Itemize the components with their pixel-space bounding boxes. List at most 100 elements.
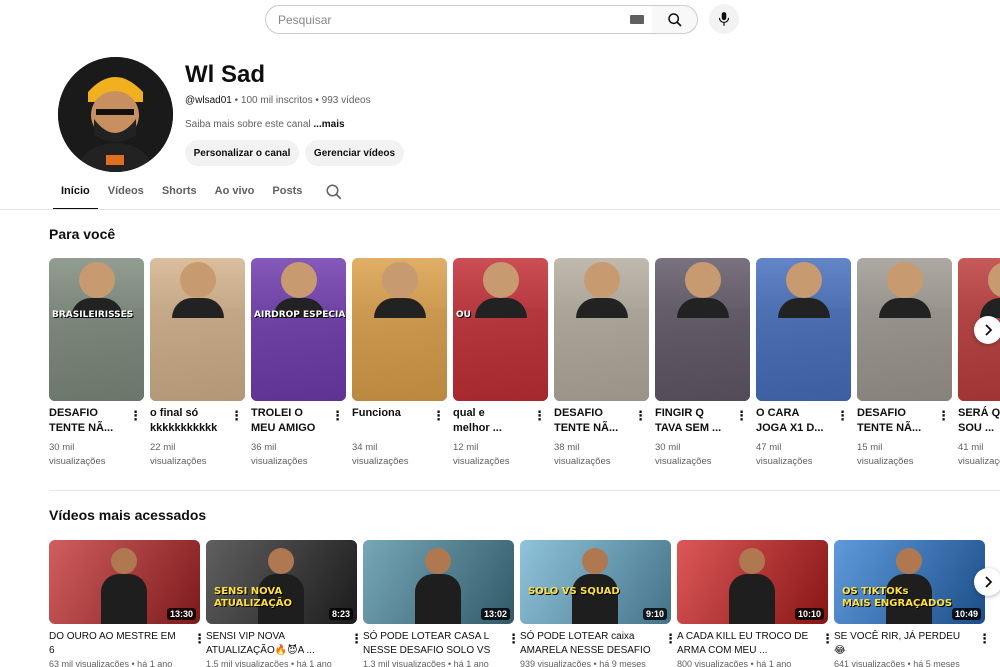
short-thumbnail[interactable] — [655, 258, 750, 401]
short-thumbnail[interactable]: OU — [453, 258, 548, 401]
video-thumbnail[interactable]: SENSI NOVA ATUALIZAÇÃO 8:23 — [206, 540, 357, 624]
more-vert-icon[interactable]: ⋮ — [129, 408, 142, 424]
search-box[interactable] — [265, 5, 655, 34]
short-title[interactable]: DESAFIO TENTE NÃ... — [857, 406, 935, 436]
video-title[interactable]: SE VOCÊ RIR, JÁ PERDEU 😂 🔥 | TikTok Engr… — [834, 630, 969, 658]
video-item[interactable]: OS TIKTOKs MAIS ENGRAÇADOS 10:49 SE VOCÊ R… — [834, 540, 991, 667]
video-duration: 10:10 — [794, 608, 824, 620]
video-thumbnail[interactable]: 13:02 — [363, 540, 514, 624]
short-thumbnail[interactable] — [554, 258, 649, 401]
video-meta: 63 mil visualizações • há 1 ano — [49, 659, 173, 667]
tabs-divider — [0, 209, 1000, 210]
short-title[interactable]: DESAFIO TENTE NÃ... — [554, 406, 632, 436]
top-bar — [0, 0, 1000, 40]
channel-tabs: Início Vídeos Shorts Ao vivo Posts — [50, 178, 312, 210]
short-thumbnail[interactable] — [352, 258, 447, 401]
keyboard-icon[interactable] — [630, 15, 644, 24]
video-thumbnail[interactable]: 10:10 — [677, 540, 828, 624]
short-title[interactable]: SERÁ Q SOU ... — [958, 406, 1000, 436]
video-title[interactable]: A CADA KILL EU TROCO DE ARMA COM MEU ... — [677, 630, 812, 658]
short-thumbnail-text: BRASILEIRISSES — [52, 310, 134, 320]
more-vert-icon[interactable]: ⋮ — [331, 408, 344, 424]
video-thumbnail-text: SOLO VS SQUAD — [528, 586, 620, 597]
short-item[interactable]: O CARA JOGA X1 D... ⋮ 47 mil visualizações — [756, 258, 851, 467]
short-item[interactable]: AIRDROP ESPECIA TROLEI O MEU AMIGO ⋮ 36 mil… — [251, 258, 346, 467]
tab-posts[interactable]: Posts — [264, 178, 310, 210]
tab-live[interactable]: Ao vivo — [207, 178, 263, 210]
more-vert-icon[interactable]: ⋮ — [350, 631, 363, 647]
videos-row: 13:30 DO OURO AO MESTRE EM 6 HORAS no ÚLT… — [49, 540, 1000, 667]
videos-next-button[interactable] — [974, 568, 1000, 596]
short-title[interactable]: Funciona — [352, 406, 430, 436]
search-button[interactable] — [652, 5, 698, 34]
more-vert-icon[interactable]: ⋮ — [664, 631, 677, 647]
search-input[interactable] — [278, 12, 618, 27]
video-title[interactable]: SÓ PODE LOTEAR caixa AMARELA NESSE DESAF… — [520, 630, 655, 658]
voice-search-button[interactable] — [709, 4, 739, 34]
video-thumbnail[interactable]: SOLO VS SQUAD 9:10 — [520, 540, 671, 624]
video-title[interactable]: DO OURO AO MESTRE EM 6 HORAS no ÚLTIMO D… — [49, 630, 184, 658]
channel-about[interactable]: Saiba mais sobre este canal ...mais — [185, 119, 345, 130]
short-title[interactable]: TROLEI O MEU AMIGO — [251, 406, 329, 436]
chevron-right-icon — [985, 576, 993, 588]
tab-home[interactable]: Início — [53, 178, 98, 210]
video-thumbnail[interactable]: 13:30 — [49, 540, 200, 624]
short-item[interactable]: FINGIR Q TAVA SEM ... ⋮ 30 mil visualizaçõ… — [655, 258, 750, 467]
short-item[interactable]: o final só kkkkkkkkkkk ⋮ 22 mil visualizaç… — [150, 258, 245, 467]
chevron-right-icon — [985, 324, 993, 336]
more-vert-icon[interactable]: ⋮ — [821, 631, 834, 647]
short-item[interactable]: BRASILEIRISSES DESAFIO TENTE NÃ... ⋮ 30 mil… — [49, 258, 144, 467]
video-item[interactable]: SOLO VS SQUAD 9:10 SÓ PODE LOTEAR caixa AM… — [520, 540, 677, 667]
short-item[interactable]: DESAFIO TENTE NÃ... ⋮ 38 mil visualizações — [554, 258, 649, 467]
video-duration: 9:10 — [642, 608, 667, 620]
about-text: Saiba mais sobre este canal — [185, 119, 314, 130]
short-views: 12 mil visualizações — [453, 442, 510, 467]
video-duration: 13:30 — [166, 608, 196, 620]
short-thumbnail[interactable] — [857, 258, 952, 401]
more-vert-icon[interactable]: ⋮ — [432, 408, 445, 424]
video-item[interactable]: 10:10 A CADA KILL EU TROCO DE ARMA COM ME… — [677, 540, 834, 667]
short-item[interactable]: DESAFIO TENTE NÃ... ⋮ 15 mil visualizações — [857, 258, 952, 467]
short-title[interactable]: qual e melhor ... — [453, 406, 531, 436]
more-vert-icon[interactable]: ⋮ — [193, 631, 206, 647]
search-icon — [667, 12, 682, 27]
short-title[interactable]: DESAFIO TENTE NÃ... — [49, 406, 127, 436]
more-vert-icon[interactable]: ⋮ — [735, 408, 748, 424]
search-icon — [326, 184, 342, 200]
shorts-next-button[interactable] — [974, 316, 1000, 344]
more-vert-icon[interactable]: ⋮ — [978, 631, 991, 647]
shorts-row: BRASILEIRISSES DESAFIO TENTE NÃ... ⋮ 30 mil… — [49, 258, 1000, 478]
short-thumbnail[interactable] — [756, 258, 851, 401]
more-vert-icon[interactable]: ⋮ — [230, 408, 243, 424]
short-item[interactable]: Funciona ⋮ 34 mil visualizações — [352, 258, 447, 467]
video-title[interactable]: SENSI VIP NOVA ATUALIZAÇÃO🔥😈A ... — [206, 630, 341, 658]
tab-shorts[interactable]: Shorts — [154, 178, 205, 210]
channel-search-button[interactable] — [325, 183, 343, 206]
short-item[interactable]: OU qual e melhor ... ⋮ 12 mil visualizações — [453, 258, 548, 467]
video-item[interactable]: 13:02 SÓ PODE LOTEAR CASA L NESSE DESAFIO… — [363, 540, 520, 667]
more-vert-icon[interactable]: ⋮ — [836, 408, 849, 424]
short-thumbnail[interactable] — [150, 258, 245, 401]
more-vert-icon[interactable]: ⋮ — [634, 408, 647, 424]
video-item[interactable]: 13:30 DO OURO AO MESTRE EM 6 HORAS no ÚLT… — [49, 540, 206, 667]
video-thumbnail-text: SENSI NOVA ATUALIZAÇÃO — [214, 586, 292, 609]
short-title[interactable]: o final só kkkkkkkkkkk — [150, 406, 228, 436]
short-views: 15 mil visualizações — [857, 442, 914, 467]
video-item[interactable]: SENSI NOVA ATUALIZAÇÃO 8:23 SENSI VIP NOVA… — [206, 540, 363, 667]
short-views: 38 mil visualizações — [554, 442, 611, 467]
more-vert-icon[interactable]: ⋮ — [533, 408, 546, 424]
video-meta: 1,5 mil visualizações • há 1 ano — [206, 659, 332, 667]
customize-channel-button[interactable]: Personalizar o canal — [185, 140, 299, 166]
manage-videos-button[interactable]: Gerenciar vídeos — [305, 140, 404, 166]
short-title[interactable]: FINGIR Q TAVA SEM ... — [655, 406, 733, 436]
short-title[interactable]: O CARA JOGA X1 D... — [756, 406, 834, 436]
short-thumbnail[interactable]: AIRDROP ESPECIA — [251, 258, 346, 401]
more-vert-icon[interactable]: ⋮ — [507, 631, 520, 647]
video-thumbnail[interactable]: OS TIKTOKs MAIS ENGRAÇADOS 10:49 — [834, 540, 985, 624]
short-thumbnail[interactable]: BRASILEIRISSES — [49, 258, 144, 401]
about-more-link[interactable]: ...mais — [313, 119, 344, 130]
tab-videos[interactable]: Vídeos — [100, 178, 152, 210]
video-title[interactable]: SÓ PODE LOTEAR CASA L NESSE DESAFIO SOLO… — [363, 630, 498, 658]
channel-avatar[interactable] — [58, 57, 173, 172]
more-vert-icon[interactable]: ⋮ — [937, 408, 950, 424]
